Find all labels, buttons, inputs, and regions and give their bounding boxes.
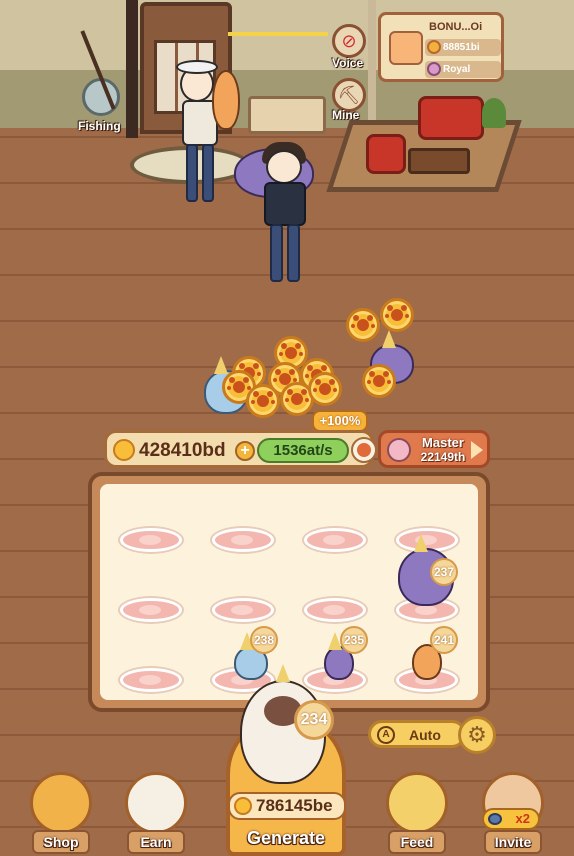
generate-price: 786145be <box>228 792 346 820</box>
bonus-name: BONU...Oi <box>429 21 483 33</box>
cat-bed-slot[interactable] <box>304 598 366 622</box>
paw-coin-icon <box>234 797 252 815</box>
feed-button[interactable]: Feed <box>382 770 452 856</box>
party-hat <box>414 534 428 552</box>
character-leg <box>270 224 283 282</box>
cat-bed-slot[interactable] <box>304 528 366 552</box>
paw-coin-icon <box>427 40 441 54</box>
paw-coin-icon[interactable] <box>308 372 342 406</box>
shop-icon <box>30 772 92 834</box>
share-icon <box>488 813 502 825</box>
bonus-card[interactable]: BONU...Oi 88851bi Royal <box>378 12 504 82</box>
auto-icon: A <box>377 726 395 744</box>
add-coins-button[interactable]: + <box>235 441 255 461</box>
bonus-tier: Royal <box>443 64 471 75</box>
earn-label: Earn <box>140 834 172 850</box>
lucky-cat-icon <box>125 772 187 834</box>
party-hat <box>276 664 290 682</box>
settings-button[interactable]: ⚙ <box>458 716 496 754</box>
mine-button[interactable]: ⛏ <box>332 78 366 112</box>
character-leg <box>202 144 214 202</box>
character-leg <box>287 224 300 282</box>
earn-button[interactable]: Earn <box>121 770 191 856</box>
bonus-coins-pill: 88851bi <box>425 39 501 56</box>
balance-bar: 428410bd + 1536at/s <box>104 430 377 468</box>
potted-plant <box>482 98 506 128</box>
cat-bed-slot[interactable] <box>120 528 182 552</box>
orange-cat[interactable] <box>212 70 240 130</box>
rank-title: Master <box>422 435 464 450</box>
cabinet <box>248 96 326 134</box>
bonus-coins: 88851bi <box>443 42 480 53</box>
paw-coin-icon[interactable] <box>346 308 380 342</box>
paw-coin-icon[interactable] <box>362 364 396 398</box>
feed-label: Feed <box>400 834 434 850</box>
cat-level-badge: 235 <box>340 626 368 654</box>
paw-coin-icon <box>113 439 135 461</box>
play-arrow-icon <box>471 441 483 459</box>
cat-level-badge: 241 <box>430 626 458 654</box>
shop-label: Shop <box>43 834 79 850</box>
character-hoodie <box>264 182 306 226</box>
invite-bonus: x2 <box>515 811 530 826</box>
character-head <box>266 150 302 184</box>
invite-label: Invite <box>494 834 532 850</box>
rocket-icon <box>357 443 371 457</box>
party-hat <box>214 356 228 374</box>
paw-coin-icon[interactable] <box>246 384 280 418</box>
voice-button[interactable]: ⊘ <box>332 24 366 58</box>
cat-bed-slot[interactable] <box>120 668 182 692</box>
red-sofa <box>418 96 484 140</box>
cat-bed-slot[interactable] <box>120 598 182 622</box>
balance-value: 428410bd <box>139 440 226 461</box>
invite-bonus-badge: x2 <box>482 808 540 830</box>
game-scene: Fishing ⊘ Voice ⛏ Mine BONU...Oi 88851bi… <box>0 0 574 856</box>
medal-icon <box>387 438 411 462</box>
crown-icon <box>427 62 441 76</box>
rank-value: 22149th <box>420 450 466 464</box>
generator-level-badge: 234 <box>294 700 334 740</box>
character-leg <box>186 144 198 202</box>
food-bowl-icon <box>386 772 448 834</box>
cat-bed-slot[interactable] <box>212 598 274 622</box>
house-icon <box>389 31 423 65</box>
income-rate: 1536at/s <box>257 438 349 463</box>
generate-label[interactable]: Generate <box>226 828 346 849</box>
wall-pillar <box>126 0 138 138</box>
wall-pillar <box>368 0 376 138</box>
cat-bed-slot[interactable] <box>212 528 274 552</box>
red-armchair <box>366 134 406 174</box>
voice-label: Voice <box>332 56 364 70</box>
cat-level-badge: 237 <box>430 558 458 586</box>
fishing-label[interactable]: Fishing <box>78 119 121 133</box>
mute-icon: ⊘ <box>341 30 357 51</box>
cat-level-badge: 238 <box>250 626 278 654</box>
party-hat <box>382 330 396 348</box>
coffee-table <box>408 148 470 174</box>
generate-price-value: 786145be <box>256 796 333 815</box>
bonus-tier-pill: Royal <box>425 61 501 78</box>
leaderboard-button[interactable]: Master 22149th <box>378 430 490 468</box>
mine-label: Mine <box>332 108 360 122</box>
boost-button[interactable] <box>351 437 377 463</box>
bucket-hat <box>176 60 218 74</box>
ceiling-lamp <box>228 14 328 36</box>
auto-merge-button[interactable]: A Auto <box>368 720 466 748</box>
auto-label: Auto <box>409 727 441 743</box>
gear-icon: ⚙ <box>467 722 487 747</box>
pickaxe-icon: ⛏ <box>337 84 361 105</box>
shop-button[interactable]: Shop <box>26 770 96 856</box>
paw-coin-icon[interactable] <box>380 298 414 332</box>
boost-badge: +100% <box>312 410 368 432</box>
